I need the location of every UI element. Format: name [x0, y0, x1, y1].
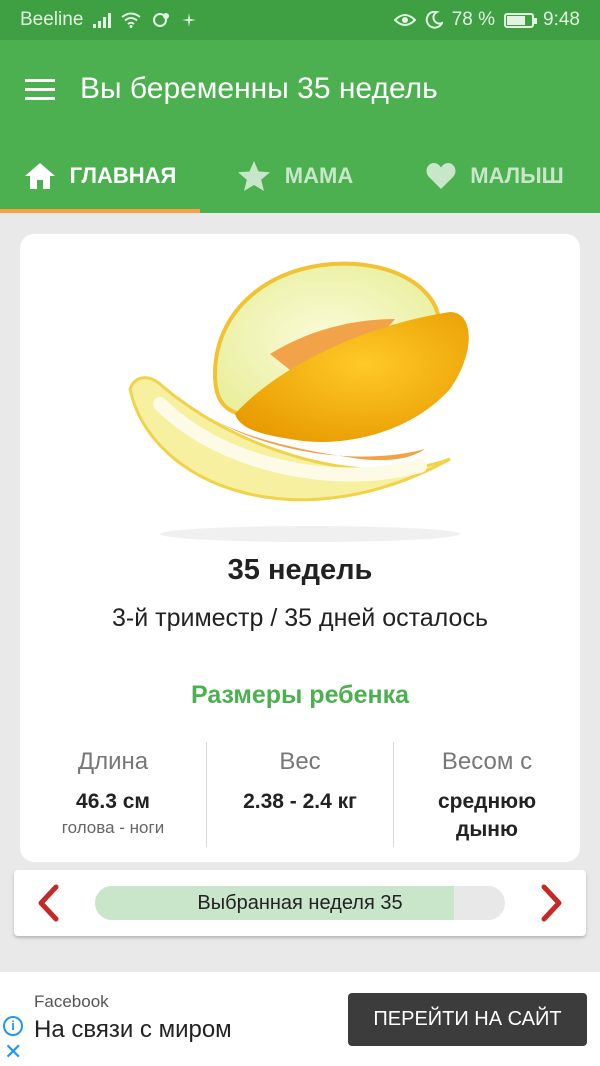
metric-compare-value: среднюю дыню	[437, 790, 537, 841]
ad-cta-button[interactable]: ПЕРЕЙТИ НА САЙТ	[348, 993, 587, 1046]
info-icon[interactable]: i	[3, 1016, 23, 1036]
sync-icon	[153, 13, 170, 27]
clock: 9:48	[543, 9, 580, 30]
wifi-icon	[121, 12, 142, 28]
app-bar: Вы беременны 35 недель	[0, 40, 600, 138]
metric-length-label: Длина	[77, 748, 149, 775]
week-info-card: 35 недель 3-й триместр / 35 дней осталос…	[20, 234, 580, 862]
week-title: 35 недель	[227, 554, 373, 586]
tab-baby-label: МАЛЫШ	[470, 162, 564, 188]
close-icon[interactable]: ✕	[4, 1041, 22, 1063]
carrier-name: Beeline	[20, 9, 84, 30]
week-selector: Выбранная неделя 35	[14, 870, 586, 936]
ad-banner[interactable]: Facebook i На связи с миром ✕ ПЕРЕЙТИ НА…	[0, 972, 600, 1066]
chevron-left-icon	[38, 884, 59, 922]
metric-compare: Весом с среднюю дыню	[393, 742, 580, 847]
page-title: Вы беременны 35 недель	[80, 72, 438, 105]
metric-length: Длина 46.3 см голова - ноги	[20, 742, 206, 847]
week-progress[interactable]: Выбранная неделя 35	[95, 886, 505, 920]
metric-length-value: 46.3 см	[76, 790, 150, 813]
tab-mom-label: МАМА	[284, 162, 354, 188]
metric-weight-value: 2.38 - 2.4 кг	[243, 790, 357, 813]
melon-image	[128, 261, 469, 542]
prev-week-button[interactable]	[18, 870, 78, 936]
metric-weight: Вес 2.38 - 2.4 кг	[206, 742, 393, 847]
tab-bar: ГЛАВНАЯ МАМА МАЛЫШ	[0, 138, 600, 213]
next-week-button[interactable]	[522, 870, 582, 936]
chevron-right-icon	[541, 884, 562, 922]
hamburger-menu-icon[interactable]	[0, 40, 80, 138]
trimester-info: 3-й триместр / 35 дней осталось	[112, 604, 488, 632]
baby-size-heading: Размеры ребенка	[190, 681, 410, 709]
eye-icon	[393, 14, 416, 26]
metric-compare-label: Весом с	[441, 748, 533, 775]
heart-icon	[426, 162, 456, 189]
tab-home-label: ГЛАВНАЯ	[69, 162, 177, 188]
signal-icon	[93, 12, 112, 28]
metric-length-note: голова - ноги	[61, 818, 165, 837]
sparkle-icon	[182, 13, 197, 27]
ad-headline: На связи с миром	[34, 1016, 232, 1043]
moon-icon	[425, 11, 443, 29]
star-icon	[237, 160, 270, 191]
battery-percent: 78 %	[451, 9, 496, 30]
baby-size-metrics: Длина 46.3 см голова - ноги Вес 2.38 - 2…	[20, 742, 580, 847]
status-bar: Beeline 78 % 9:48	[0, 0, 600, 40]
tab-home[interactable]: ГЛАВНАЯ	[0, 138, 200, 213]
tab-mom[interactable]: МАМА	[200, 138, 390, 213]
metric-weight-label: Вес	[279, 748, 321, 775]
battery-icon	[504, 12, 538, 28]
ad-source: Facebook	[34, 992, 109, 1011]
selected-week-label: Выбранная неделя 35	[197, 892, 403, 914]
home-icon	[24, 162, 55, 189]
tab-baby[interactable]: МАЛЫШ	[390, 138, 600, 213]
